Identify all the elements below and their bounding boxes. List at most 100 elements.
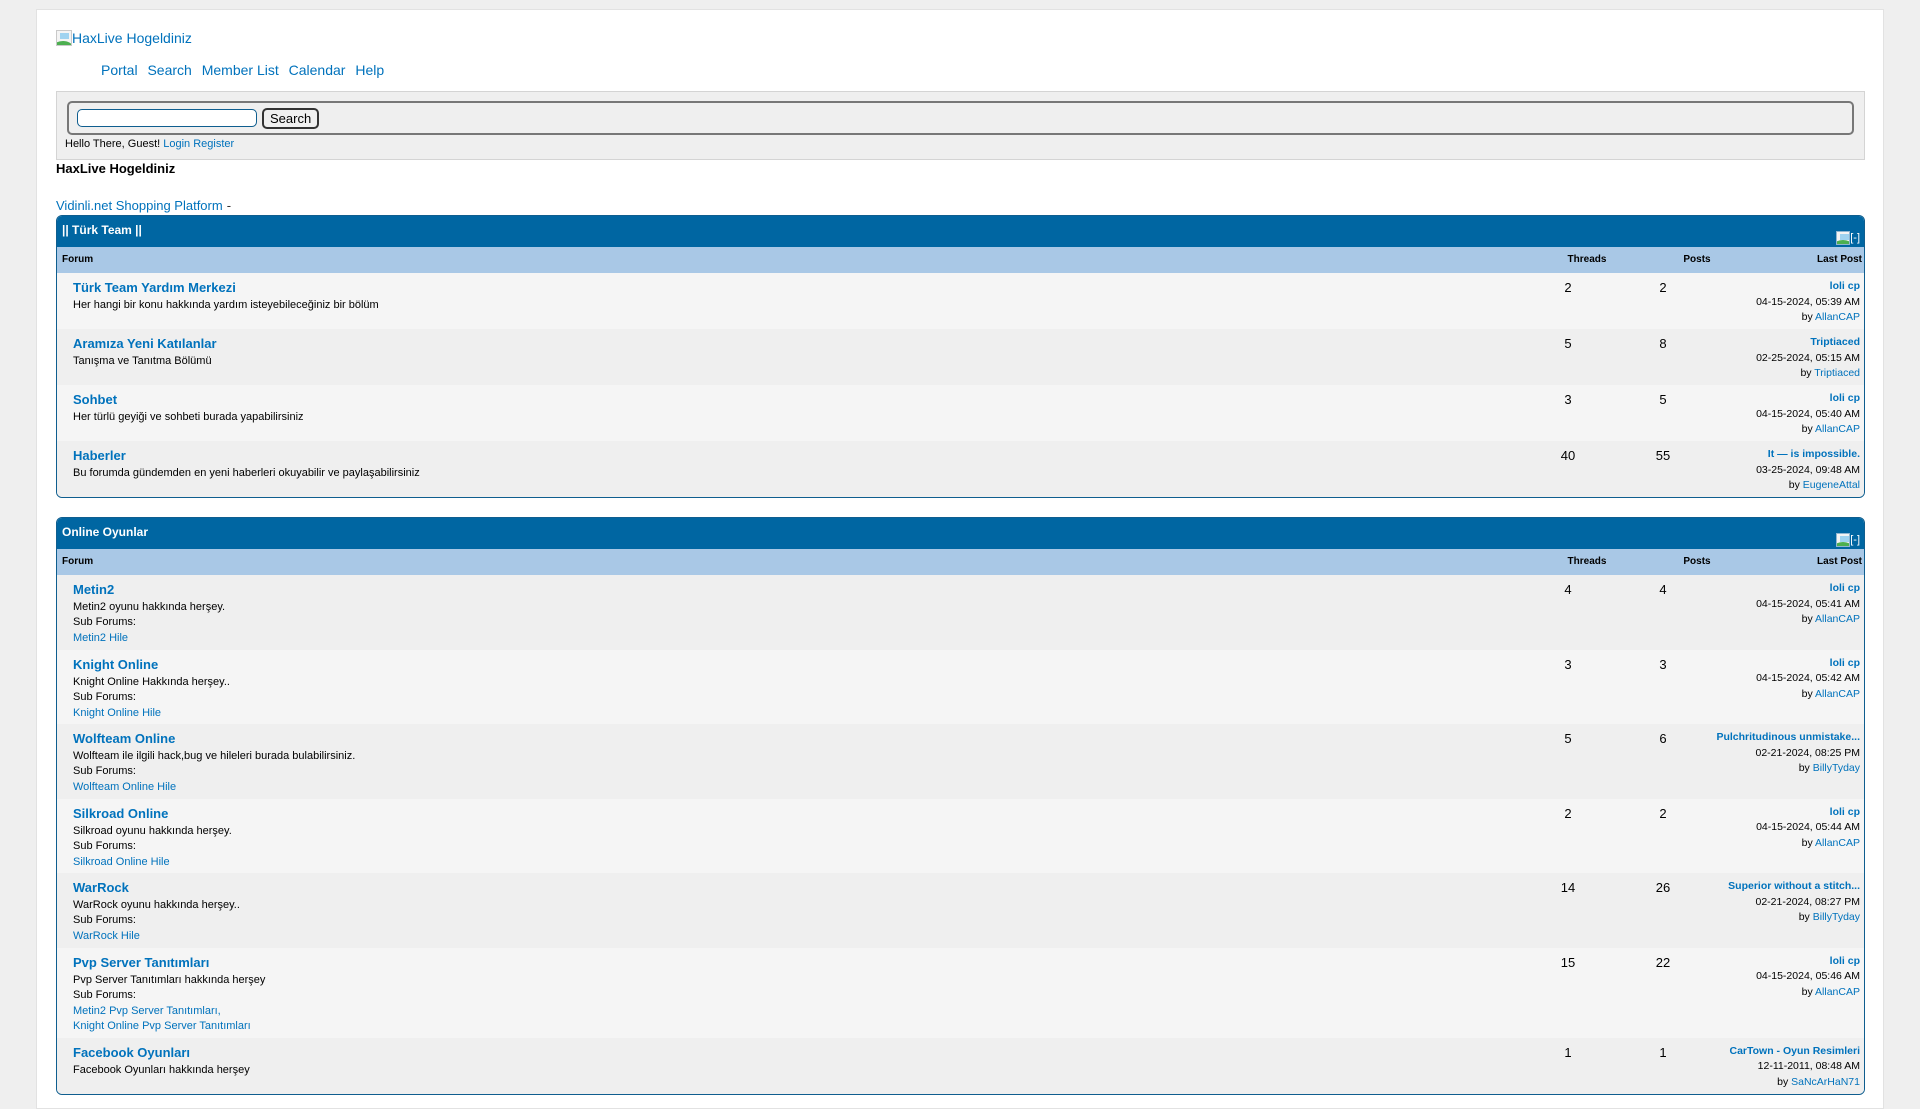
thread-count: 40 [1560,448,1576,463]
last-post-title[interactable]: Triptiaced [1810,336,1860,348]
last-post-title[interactable]: loli cp [1830,392,1860,404]
post-count: 5 [1659,392,1667,407]
last-post-author-link[interactable]: BillyTyday [1813,911,1860,923]
by-label: by [1777,1075,1789,1088]
forum-row: Facebook Oyunları Facebook Oyunları hakkı… [57,1037,1864,1094]
subforum-link[interactable]: Metin2 Pvp Server Tanıtımları, [73,1004,251,1019]
forum-row: Haberler Bu forumda gündemden en yeni hab… [57,441,1864,497]
last-post-author-link[interactable]: AllanCAP [1815,688,1860,700]
last-post-author-link[interactable]: AllanCAP [1815,986,1860,998]
last-post: loli cp 04-15-2024, 05:40 AM by AllanCAP [1756,391,1860,438]
forum-name[interactable]: Pvp Server Tanıtımları [73,955,209,970]
logo[interactable]: HaxLive Hogeldiniz [56,30,192,46]
subforum-link[interactable]: Metin2 Hile [73,631,128,646]
menu-search[interactable]: Search [147,62,191,78]
category-title[interactable]: || Türk Team || [62,223,142,237]
menu-calendar[interactable]: Calendar [289,62,346,78]
forum-name[interactable]: WarRock [73,880,129,895]
forum-description: Bu forumda gündemden en yeni haberleri o… [73,467,420,479]
last-post-title[interactable]: loli cp [1830,657,1860,669]
last-post-author-link[interactable]: AllanCAP [1815,311,1860,323]
sponsor-link[interactable]: Vidinli.net Shopping Platform [56,198,223,213]
login-link[interactable]: Login [163,138,190,150]
last-post: loli cp 04-15-2024, 05:42 AM by AllanCAP [1756,656,1860,703]
forum-row: Wolfteam Online Wolfteam ile ilgili hack,… [57,724,1864,799]
last-post-author-link[interactable]: EugeneAttal [1803,479,1860,491]
category-header: || Türk Team || [-] [57,216,1864,247]
forum-name[interactable]: Metin2 [73,582,114,597]
last-post-author-link[interactable]: AllanCAP [1815,423,1860,435]
last-post-author-link[interactable]: Triptiaced [1814,367,1860,379]
menu-member-list[interactable]: Member List [202,62,279,78]
by-label: by [1801,687,1813,700]
by-label: by [1788,479,1800,491]
forum-name[interactable]: Knight Online [73,657,158,672]
last-post-title[interactable]: It — is impossible. [1768,448,1860,460]
register-link[interactable]: Register [193,138,234,150]
col-forum: Forum [62,556,94,567]
forum-name[interactable]: Sohbet [73,392,117,407]
by-label: by [1798,911,1810,923]
forum-name[interactable]: Silkroad Online [73,806,168,821]
forum-name[interactable]: Haberler [73,448,126,463]
forum-description: Tanışma ve Tanıtma Bölümü [73,355,212,367]
sponsor-bar: Vidinli.net Shopping Platform - [56,198,231,213]
thread-count: 14 [1560,880,1576,895]
forum-name[interactable]: Facebook Oyunları [73,1045,190,1060]
category-table: || Türk Team || [-] Forum Threads Posts Last … [56,215,1865,498]
subforum-link[interactable]: Wolfteam Online Hile [73,780,176,795]
forum-name[interactable]: Aramıza Yeni Katılanlar [73,336,217,351]
last-post-author: by Triptiaced [1756,366,1860,382]
forum-row: Metin2 Metin2 oyunu hakkında herşey. Sub F… [57,575,1864,650]
last-post: loli cp 04-15-2024, 05:39 AM by AllanCAP [1756,279,1860,326]
search-input[interactable] [77,109,257,127]
by-label: by [1798,762,1810,774]
last-post-date: 04-15-2024, 05:44 AM [1756,821,1860,833]
last-post-date: 04-15-2024, 05:40 AM [1756,407,1860,420]
forum-name[interactable]: Türk Team Yardım Merkezi [73,280,236,295]
col-posts: Posts [1683,254,1711,265]
last-post-title[interactable]: loli cp [1830,280,1860,292]
separator: - [226,198,232,213]
last-post-title[interactable]: CarTown - Oyun Resimleri [1730,1045,1861,1057]
last-post-author-link[interactable]: AllanCAP [1815,613,1860,625]
subforum-link[interactable]: WarRock Hile [73,929,140,944]
menu-help[interactable]: Help [355,62,384,78]
by-label: by [1801,985,1813,998]
subforums-label: Sub Forums: [73,988,136,1001]
last-post-date: 02-21-2024, 08:25 PM [1755,746,1861,759]
forum-row: Türk Team Yardım Merkezi Her hangi bir ko… [57,273,1864,329]
search-button[interactable]: Search [262,108,320,129]
subforum-list: WarRock Hile [73,929,140,944]
page-container: HaxLive Hogeldiniz Portal Search Member … [36,9,1884,1109]
last-post-title[interactable]: Superior without a stitch... [1728,880,1860,892]
last-post: Superior without a stitch... 02-21-2024, … [1728,879,1860,926]
subforum-link[interactable]: Knight Online Pvp Server Tanıtımları [73,1019,251,1034]
forum-description: Silkroad oyunu hakkında herşey. [73,824,232,837]
last-post-title[interactable]: Pulchritudinous unmistake... [1716,731,1860,743]
last-post-date: 03-25-2024, 09:48 AM [1756,463,1860,476]
last-post-title[interactable]: loli cp [1830,582,1860,594]
subforum-link[interactable]: Silkroad Online Hile [73,855,170,870]
last-post-title[interactable]: loli cp [1830,806,1860,818]
last-post-author-link[interactable]: BillyTyday [1813,762,1860,774]
thread-count: 1 [1564,1044,1572,1060]
forum-description: Her türlü geyiği ve sohbeti burada yapab… [73,411,304,423]
last-post-author-link[interactable]: SaNcArHaN71 [1791,1076,1860,1088]
last-post: loli cp 04-15-2024, 05:46 AM by AllanCAP [1756,954,1860,1001]
forum-description: Knight Online Hakkında herşey.. [73,675,230,688]
last-post: CarTown - Oyun Resimleri 12-11-2011, 08:4… [1730,1044,1861,1091]
last-post-date: 02-25-2024, 05:15 AM [1756,351,1860,364]
menu-portal[interactable]: Portal [101,62,138,78]
post-count: 8 [1659,336,1667,351]
subforum-link[interactable]: Knight Online Hile [73,706,161,721]
subforum-list: Metin2 Pvp Server Tanıtımları, Knight Onl… [73,1004,251,1034]
last-post: loli cp 04-15-2024, 05:41 AM by AllanCAP [1756,581,1860,628]
col-forum: Forum [62,254,94,265]
last-post-title[interactable]: loli cp [1830,955,1860,967]
category-title[interactable]: Online Oyunlar [62,525,148,539]
forum-name[interactable]: Wolfteam Online [73,731,175,746]
subforum-list: Wolfteam Online Hile [73,780,176,795]
post-count: 2 [1659,805,1667,821]
last-post-author-link[interactable]: AllanCAP [1815,837,1860,849]
